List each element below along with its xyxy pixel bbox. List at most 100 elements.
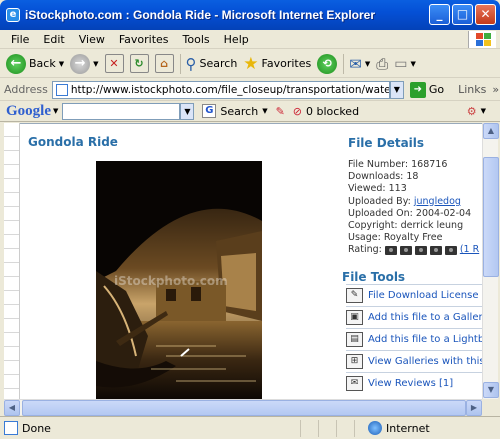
go-button[interactable]: ➜ Go (409, 81, 444, 98)
google-logo-dropdown-icon[interactable]: ▼ (53, 107, 58, 115)
blocked-count: 0 blocked (306, 104, 360, 118)
google-search-input[interactable] (62, 102, 181, 120)
google-search-menu-icon[interactable]: ▼ (262, 107, 267, 115)
scroll-right-icon[interactable]: ▶ (466, 400, 482, 416)
address-dropdown-icon[interactable]: ▼ (389, 80, 404, 99)
edit-button[interactable]: ▭ ▼ (394, 56, 416, 72)
history-icon: ⟲ (317, 53, 338, 74)
lightbox-add-icon: ▤ (346, 331, 363, 347)
vertical-scroll-thumb[interactable] (483, 157, 499, 277)
highlight-button[interactable]: ✎ (276, 105, 285, 118)
google-search-button[interactable]: G Search ▼ (202, 104, 268, 118)
home-button[interactable]: ⌂ (154, 54, 174, 73)
search-button[interactable]: ⚲ Search (186, 55, 238, 73)
vertical-scrollbar[interactable]: ▲ ▼ (482, 123, 499, 399)
menu-edit[interactable]: Edit (36, 33, 71, 46)
security-zone[interactable]: Internet (368, 421, 430, 435)
scroll-left-icon[interactable]: ◀ (4, 400, 20, 416)
menu-tools[interactable]: Tools (176, 33, 217, 46)
page-icon (55, 83, 68, 96)
popup-blocker-button[interactable]: ⊘ 0 blocked (293, 105, 359, 118)
status-divider (300, 420, 301, 437)
google-toolbar: Google ▼ ▼ G Search ▼ ✎ ⊘ 0 blocked ⚙ ▼ (0, 101, 500, 122)
photo-title: Gondola Ride (28, 135, 118, 149)
viewed: Viewed: 113 (348, 183, 407, 195)
back-dropdown-icon[interactable]: ▼ (59, 60, 64, 68)
menu-help[interactable]: Help (217, 33, 256, 46)
tool-label: File Download License (368, 289, 479, 301)
edit-icon: ▭ (394, 55, 408, 72)
print-icon: ⎙ (376, 54, 389, 73)
toolbar-separator (179, 53, 181, 74)
mail-dropdown-icon[interactable]: ▼ (365, 60, 370, 68)
window-controls: _ □ ✕ (429, 4, 496, 25)
standard-toolbar: ← Back ▼ → ▼ ✕ ↻ ⌂ ⚲ Search ★ Favorites … (0, 50, 500, 78)
tool-add-to-lightbox[interactable]: ▤ Add this file to a Lightbox (346, 328, 482, 349)
file-tools-title: File Tools (342, 270, 406, 284)
address-input[interactable]: http://www.istockphoto.com/file_closeup/… (51, 80, 390, 99)
menu-favorites[interactable]: Favorites (112, 33, 176, 46)
file-details-title: File Details (348, 136, 425, 150)
tool-label: View Galleries with this file (368, 355, 482, 367)
horizontal-scrollbar[interactable]: ◀ ▶ (4, 399, 482, 416)
globe-icon (368, 421, 382, 435)
back-button[interactable]: ← Back ▼ (6, 53, 64, 74)
file-details: File Number: 168716 Downloads: 18 Viewed… (348, 159, 482, 257)
back-label: Back (29, 57, 56, 70)
tool-view-reviews[interactable]: ✉ View Reviews [1] (346, 372, 482, 393)
windows-logo-icon (468, 31, 496, 48)
print-button[interactable]: ⎙ (376, 55, 388, 73)
rating-label: Rating: (348, 244, 382, 256)
menu-file[interactable]: File (4, 33, 36, 46)
popup-blocker-icon: ⊘ (292, 104, 303, 118)
scroll-down-icon[interactable]: ▼ (483, 382, 499, 398)
status-divider (336, 420, 337, 437)
gallery-add-icon: ▣ (346, 309, 363, 325)
links-button[interactable]: Links (458, 83, 486, 96)
uploader-link[interactable]: jungledog (414, 196, 461, 207)
links-chevron-icon[interactable]: » (492, 83, 499, 96)
google-logo[interactable]: Google (6, 103, 51, 120)
tool-file-download-license[interactable]: ✎ File Download License (346, 284, 482, 305)
google-search-dropdown-icon[interactable]: ▼ (180, 102, 195, 120)
forward-button[interactable]: → ▼ (70, 53, 99, 74)
mail-button[interactable]: ✉ ▼ (349, 55, 370, 73)
address-url: http://www.istockphoto.com/file_closeup/… (70, 83, 389, 96)
menu-view[interactable]: View (72, 33, 112, 46)
tool-add-to-gallery[interactable]: ▣ Add this file to a Gallery (346, 306, 482, 327)
file-number: File Number: 168716 (348, 159, 448, 170)
uploaded-by-row: Uploaded By: jungledog (348, 196, 482, 208)
stop-button[interactable]: ✕ (104, 54, 124, 73)
copyright: Copyright: derrick leung (348, 220, 464, 232)
title-bar: e iStockphoto.com : Gondola Ride - Micro… (0, 0, 500, 30)
refresh-button[interactable]: ↻ (129, 54, 149, 73)
horizontal-scroll-thumb[interactable] (22, 400, 466, 416)
forward-dropdown-icon[interactable]: ▼ (93, 60, 98, 68)
minimize-button[interactable]: _ (429, 4, 450, 25)
star-icon: ★ (243, 53, 259, 74)
zone-label: Internet (386, 421, 430, 435)
google-options-button[interactable]: ⚙ ▼ (467, 105, 486, 118)
options-dropdown-icon[interactable]: ▼ (481, 107, 486, 115)
close-button[interactable]: ✕ (475, 4, 496, 25)
maximize-button[interactable]: □ (452, 4, 473, 25)
gondola-photo[interactable]: iStockphoto.com (96, 161, 262, 399)
status-divider (318, 420, 319, 437)
options-icon: ⚙ (466, 104, 477, 118)
uploaded-on: Uploaded On: 2004-02-04 (348, 207, 472, 219)
favorites-button[interactable]: ★ Favorites (243, 54, 311, 74)
scroll-up-icon[interactable]: ▲ (483, 123, 499, 139)
history-button[interactable]: ⟲ (317, 53, 338, 74)
stop-icon: ✕ (104, 54, 124, 73)
favorites-label: Favorites (261, 57, 312, 70)
status-bar: Done Internet (0, 416, 500, 439)
rating-camera-icon (414, 246, 427, 256)
license-icon: ✎ (346, 287, 363, 303)
rating-camera-icon (429, 246, 442, 256)
search-icon: ⚲ (185, 54, 197, 73)
tool-view-galleries[interactable]: ⊞ View Galleries with this file (346, 350, 482, 371)
window-title: iStockphoto.com : Gondola Ride - Microso… (25, 8, 376, 22)
edit-dropdown-icon[interactable]: ▼ (410, 60, 415, 68)
rating-camera-icon (384, 246, 397, 256)
rating-count-link[interactable]: (1 R (460, 244, 479, 256)
